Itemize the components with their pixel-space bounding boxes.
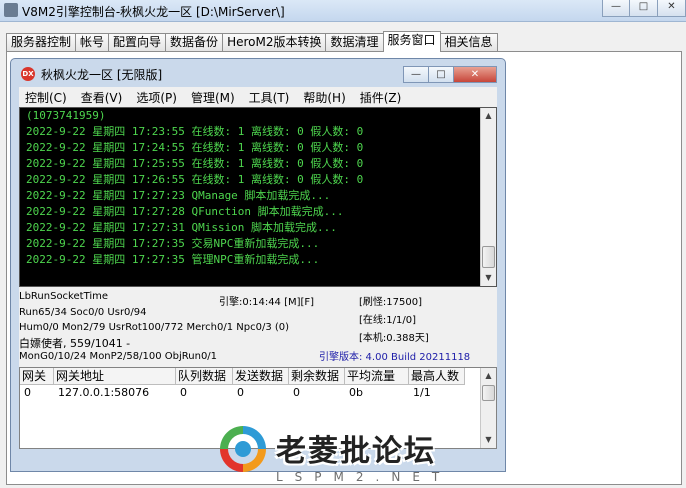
cell-max-users: 1/1 (413, 386, 431, 399)
log-line: 2022-9-22 星期四 17:25:55 在线数: 1 离线数: 0 假人数… (26, 157, 364, 170)
tab-config-wizard[interactable]: 配置向导 (108, 33, 167, 52)
scroll-down-arrow-icon[interactable]: ▼ (481, 270, 496, 286)
minimize-icon: — (611, 1, 621, 12)
log-line: 2022-9-22 星期四 17:27:35 管理NPC重新加载完成... (26, 253, 320, 266)
col-gateway-address[interactable]: 网关地址 (54, 368, 176, 384)
watermark-subtitle: LSPM2.NET (276, 470, 452, 484)
status-local: [本机:0.388天] (359, 333, 429, 344)
minimize-icon: — (411, 69, 421, 80)
menu-tools[interactable]: 工具(T) (249, 89, 290, 106)
col-remain-data[interactable]: 剩余数据 (289, 368, 345, 384)
log-line: (1073741959) (26, 109, 106, 122)
status-run: Run65/34 Soc0/0 Usr0/94 (19, 307, 147, 318)
tab-server-control[interactable]: 服务器控制 (6, 33, 77, 52)
log-console[interactable]: (1073741959) 2022-9-22 星期四 17:23:55 在线数:… (19, 107, 497, 287)
tab-related-info[interactable]: 相关信息 (439, 33, 498, 52)
close-icon: ✕ (470, 69, 480, 80)
col-avg-traffic[interactable]: 平均流量 (345, 368, 409, 384)
status-panel: LbRunSocketTime Run65/34 Soc0/0 Usr0/94 … (19, 287, 497, 367)
engine-window-controls: — □ ✕ (403, 66, 497, 83)
engine-close-button[interactable]: ✕ (453, 66, 497, 83)
watermark-logo-icon (220, 426, 266, 472)
menu-control[interactable]: 控制(C) (25, 89, 67, 106)
engine-window-titlebar[interactable]: DX 秋枫火龙一区 [无限版] — □ ✕ (11, 59, 505, 87)
status-engine-time: 引擎:0:14:44 [M][F] (219, 297, 315, 308)
menu-plugins[interactable]: 插件(Z) (360, 89, 402, 106)
tab-account[interactable]: 帐号 (75, 33, 110, 52)
log-lines: (1073741959) 2022-9-22 星期四 17:23:55 在线数:… (26, 108, 480, 268)
grid-scroll-thumb[interactable] (482, 385, 495, 401)
watermark-title: 老菱批论坛 (276, 434, 436, 469)
engine-window-title: 秋枫火龙一区 [无限版] (41, 68, 163, 82)
status-mon: MonG0/10/24 MonP2/58/100 ObjRun0/1 (19, 351, 218, 362)
menu-bar: 控制(C) 查看(V) 选项(P) 管理(M) 工具(T) 帮助(H) 插件(Z… (19, 87, 497, 107)
col-gateway[interactable]: 网关 (20, 368, 54, 384)
close-button[interactable]: ✕ (658, 0, 686, 17)
main-window-titlebar[interactable]: V8M2引擎控制台-秋枫火龙一区 [D:\MirServer\] — □ ✕ (0, 0, 686, 22)
table-row[interactable]: 0 127.0.0.1:58076 0 0 0 0b 1/1 (20, 385, 465, 401)
menu-options[interactable]: 选项(P) (136, 89, 177, 106)
status-socket: LbRunSocketTime (19, 291, 109, 302)
engine-minimize-button[interactable]: — (403, 66, 429, 83)
tab-data-backup[interactable]: 数据备份 (165, 33, 224, 52)
engine-maximize-button[interactable]: □ (428, 66, 454, 83)
menu-view[interactable]: 查看(V) (81, 89, 123, 106)
cell-remain-data: 0 (293, 386, 300, 399)
cell-queue-data: 0 (180, 386, 187, 399)
maximize-icon: □ (436, 69, 446, 80)
log-scrollbar[interactable]: ▲ ▼ (480, 108, 496, 286)
minimize-button[interactable]: — (602, 0, 630, 17)
close-icon: ✕ (667, 1, 676, 12)
cell-gateway-address: 127.0.0.1:58076 (58, 386, 150, 399)
tab-herom2-convert[interactable]: HeroM2版本转换 (222, 33, 327, 52)
scroll-up-arrow-icon[interactable]: ▲ (481, 108, 496, 124)
engine-window: DX 秋枫火龙一区 [无限版] — □ ✕ 控制(C) 查看(V) 选项(P) … (10, 58, 506, 472)
grid-header: 网关 网关地址 队列数据 发送数据 剩余数据 平均流量 最高人数 (20, 368, 465, 385)
tab-service-window[interactable]: 服务窗口 (382, 31, 441, 52)
col-send-data[interactable]: 发送数据 (233, 368, 289, 384)
log-line: 2022-9-22 星期四 17:24:55 在线数: 1 离线数: 0 假人数… (26, 141, 364, 154)
window-controls: — □ ✕ (602, 0, 686, 18)
log-scroll-thumb[interactable] (482, 246, 495, 268)
log-line: 2022-9-22 星期四 17:27:23 QManage 脚本加载完成... (26, 189, 331, 202)
log-line: 2022-9-22 星期四 17:27:31 QMission 脚本加载完成..… (26, 221, 337, 234)
col-queue-data[interactable]: 队列数据 (176, 368, 233, 384)
tab-data-cleanup[interactable]: 数据清理 (325, 33, 384, 52)
app-icon (4, 3, 18, 17)
status-player: 白嫖使者, 559/1041 - (19, 337, 131, 350)
main-window-title: V8M2引擎控制台-秋枫火龙一区 [D:\MirServer\] (22, 5, 285, 19)
maximize-button[interactable]: □ (630, 0, 658, 17)
log-line: 2022-9-22 星期四 17:27:35 交易NPC重新加载完成... (26, 237, 320, 250)
col-max-users[interactable]: 最高人数 (409, 368, 465, 384)
engine-version: 引擎版本: 4.00 Build 20211118 (319, 352, 471, 363)
engine-app-icon: DX (21, 67, 35, 81)
cell-send-data: 0 (237, 386, 244, 399)
status-hum: Hum0/0 Mon2/79 UsrRot100/772 Merch0/1 Np… (19, 322, 290, 333)
watermark: 老菱批论坛 LSPM2.NET (214, 420, 514, 488)
maximize-icon: □ (638, 1, 649, 12)
status-refresh: [刷怪:17500] (359, 297, 422, 308)
tab-bar: 服务器控制 帐号 配置向导 数据备份 HeroM2版本转换 数据清理 服务窗口 … (6, 31, 498, 52)
cell-gateway: 0 (24, 386, 31, 399)
log-line: 2022-9-22 星期四 17:27:28 QFunction 脚本加载完成.… (26, 205, 344, 218)
status-online: [在线:1/1/0] (359, 315, 416, 326)
log-line: 2022-9-22 星期四 17:23:55 在线数: 1 离线数: 0 假人数… (26, 125, 364, 138)
scroll-up-arrow-icon[interactable]: ▲ (481, 368, 496, 384)
menu-help[interactable]: 帮助(H) (303, 89, 345, 106)
log-line: 2022-9-22 星期四 17:26:55 在线数: 1 离线数: 0 假人数… (26, 173, 364, 186)
menu-manage[interactable]: 管理(M) (191, 89, 235, 106)
cell-avg-traffic: 0b (349, 386, 363, 399)
